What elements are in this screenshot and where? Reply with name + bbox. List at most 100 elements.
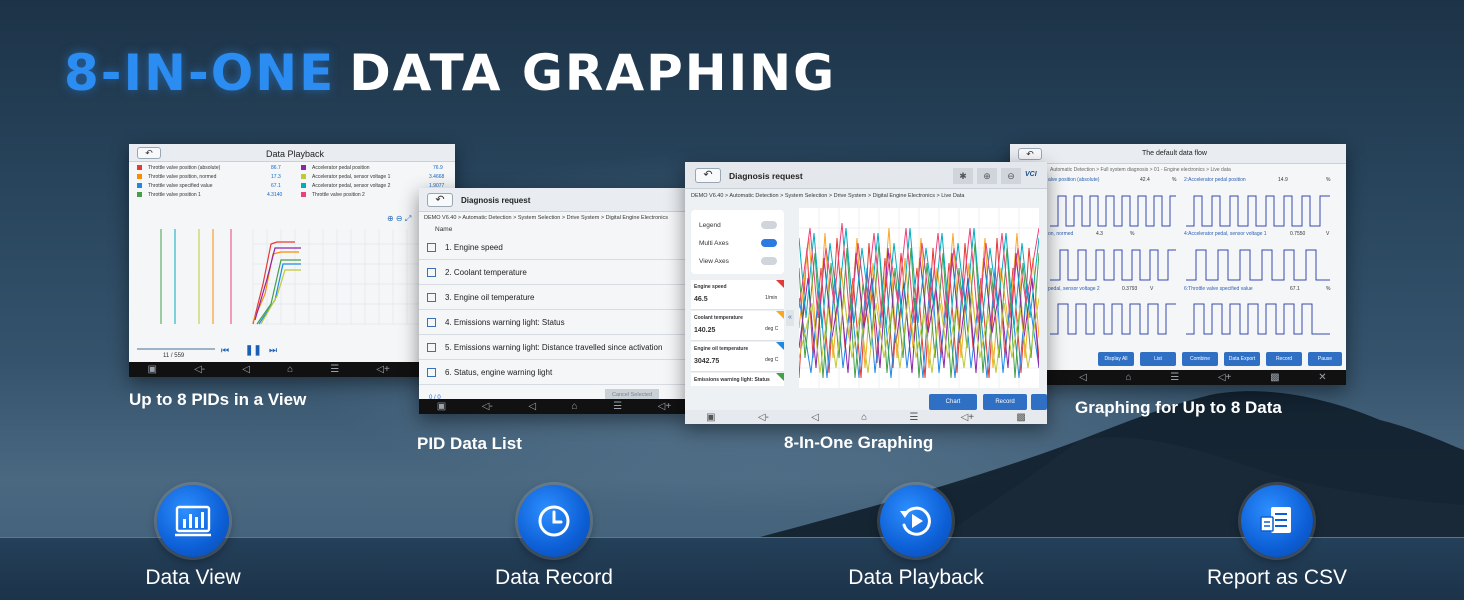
progress-bar[interactable] — [137, 348, 215, 350]
screenshot-icon[interactable]: ▩ — [1270, 372, 1279, 383]
screen2-title: Diagnosis request — [461, 196, 531, 205]
cell-value: 42.4 — [1140, 177, 1150, 183]
vci-badge: VCI — [1025, 171, 1037, 178]
replay-icon — [900, 506, 931, 536]
caption-eight-in-one-graphing: 8-In-One Graphing — [784, 433, 934, 452]
gallery-icon[interactable]: ▣ — [148, 364, 157, 375]
legend-swatch — [301, 165, 306, 171]
nav-home-icon[interactable]: ⌂ — [861, 412, 867, 423]
pid-row[interactable]: 4. Emissions warning light: Status — [419, 310, 689, 335]
screenshot-icon[interactable]: ▩ — [1016, 412, 1025, 423]
back-button[interactable]: ↶ — [695, 168, 721, 183]
data-flow-toolbar: Display All List Combine Data Export Rec… — [1010, 349, 1346, 369]
reading-card[interactable]: Coolant temperature 140.25 deg C — [691, 311, 784, 341]
nav-back-icon[interactable]: ◁ — [811, 412, 819, 423]
pid-checkbox[interactable] — [427, 293, 436, 302]
combine-button[interactable]: Combine — [1182, 352, 1218, 366]
feature-label-data-record: Data Record — [495, 566, 613, 589]
pid-checkbox[interactable] — [427, 343, 436, 352]
playback-graph — [160, 229, 436, 325]
skip-forward-icon[interactable]: ⏭ — [269, 345, 277, 356]
nav-home-icon[interactable]: ⌂ — [287, 364, 293, 375]
screen-pid-list: ↶ Diagnosis request DEMO V6.40 > Automat… — [419, 188, 689, 414]
legend-swatch — [301, 183, 306, 189]
cell-label: alve position (absolute) — [1048, 177, 1100, 183]
caption-pids-in-view: Up to 8 PIDs in a View — [129, 390, 307, 409]
nav-back-icon[interactable]: ◁ — [1079, 372, 1087, 383]
data-export-button[interactable]: Data Export — [1224, 352, 1260, 366]
nav-back-icon[interactable]: ◁ — [242, 364, 250, 375]
view-axes-toggle[interactable] — [761, 257, 777, 265]
pid-list: 1. Engine speed 2. Coolant temperature 3… — [419, 235, 689, 385]
volume-down-icon[interactable]: ◁- — [758, 412, 769, 423]
pid-legend-item: Accelerator pedal, sensor voltage 1 — [301, 174, 390, 180]
reading-card[interactable]: Engine speed 46.5 1/min — [691, 280, 784, 310]
volume-up-icon[interactable]: ◁+ — [658, 401, 672, 412]
nav-home-icon[interactable]: ⌂ — [572, 401, 578, 412]
back-button[interactable]: ↶ — [137, 147, 161, 159]
android-navbar: ▣ ◁- ◁ ⌂ ☰ ◁+ — [419, 399, 689, 414]
pid-checkbox[interactable] — [427, 268, 436, 277]
zoom-icons[interactable]: ⊕ ⊖ ⤢ — [387, 214, 411, 224]
display-all-button[interactable]: Display All — [1098, 352, 1134, 366]
pid-row[interactable]: 5. Emissions warning light: Distance tra… — [419, 335, 689, 360]
chart-button[interactable]: Chart — [929, 394, 977, 410]
pause-icon[interactable]: ❚❚ — [245, 345, 262, 356]
nav-back-icon[interactable]: ◁ — [528, 401, 536, 412]
volume-down-icon[interactable]: ◁- — [482, 401, 493, 412]
legend-swatch — [137, 174, 142, 180]
reading-card[interactable]: Engine oil temperature 3042.75 deg C — [691, 342, 784, 372]
headline-rest: DATA GRAPHING — [349, 44, 837, 102]
android-navbar: ▣ ◁- ◁ ⌂ ☰ ◁+ ▩ — [685, 410, 1047, 424]
pid-checkbox[interactable] — [427, 243, 436, 252]
pid-row[interactable]: 3. Engine oil temperature — [419, 285, 689, 310]
pid-legend-item: Throttle valve position, normed — [137, 174, 216, 180]
nav-menu-icon[interactable]: ☰ — [1170, 372, 1179, 383]
volume-up-icon[interactable]: ◁+ — [376, 364, 390, 375]
reading-card[interactable]: Emissions warning light: Status — [691, 373, 784, 386]
axis-bars — [160, 229, 232, 324]
pid-checkbox[interactable] — [427, 318, 436, 327]
record-button[interactable]: Record — [983, 394, 1027, 410]
volume-down-icon[interactable]: ◁- — [194, 364, 205, 375]
pause-button[interactable]: Pause — [1308, 352, 1342, 366]
nav-menu-icon[interactable]: ☰ — [909, 412, 918, 423]
pid-legend-item: Throttle valve position (absolute) — [137, 165, 220, 171]
list-button[interactable]: List — [1140, 352, 1176, 366]
series-color-tag — [776, 280, 784, 288]
pid-legend-item: Throttle valve position 2 — [301, 192, 365, 198]
pid-row[interactable]: 6. Status, engine warning light — [419, 360, 689, 385]
breadcrumb: DEMO V6.40 > Automatic Detection > Syste… — [691, 193, 965, 199]
pid-row[interactable]: 2. Coolant temperature — [419, 260, 689, 285]
gallery-icon[interactable]: ▣ — [706, 412, 715, 423]
volume-up-icon[interactable]: ◁+ — [1218, 372, 1232, 383]
headline-accent: 8-IN-ONE — [64, 44, 336, 102]
zoom-in-icon[interactable]: ⊕ — [977, 168, 997, 184]
headline: 8-IN-ONE DATA GRAPHING — [64, 44, 836, 106]
feature-label-data-view: Data View — [145, 566, 241, 589]
nav-menu-icon[interactable]: ☰ — [330, 364, 339, 375]
caption-graphing-up-to-8: Graphing for Up to 8 Data — [1075, 398, 1282, 417]
pid-legend-item: Throttle valve specified value — [137, 183, 212, 189]
multi-axes-toggle[interactable] — [761, 239, 777, 247]
back-button[interactable]: ↶ — [1018, 148, 1042, 160]
record-button[interactable]: Record — [1266, 352, 1302, 366]
multi-series-graph — [799, 208, 1039, 388]
bug-icon[interactable]: ✱ — [953, 168, 973, 184]
legend-toggle[interactable] — [761, 221, 777, 229]
multi-axes-toggle-label: Multi Axes — [699, 240, 729, 247]
screen3-topbar: ↶ Diagnosis request ✱ ⊕ ⊖ VCI — [685, 162, 1047, 189]
skip-back-icon[interactable]: ⏮ — [221, 345, 229, 356]
pid-checkbox[interactable] — [427, 368, 436, 377]
more-button[interactable] — [1031, 394, 1047, 410]
volume-up-icon[interactable]: ◁+ — [961, 412, 975, 423]
nav-menu-icon[interactable]: ☰ — [613, 401, 622, 412]
nav-home-icon[interactable]: ⌂ — [1125, 372, 1131, 383]
back-button[interactable]: ↶ — [427, 193, 453, 207]
column-header: Name — [435, 226, 453, 233]
close-icon[interactable]: ✕ — [1318, 372, 1326, 383]
zoom-out-icon[interactable]: ⊖ — [1001, 168, 1021, 184]
pid-row[interactable]: 1. Engine speed — [419, 235, 689, 260]
gallery-icon[interactable]: ▣ — [437, 401, 446, 412]
collapse-panel-icon[interactable]: « — [786, 310, 794, 326]
